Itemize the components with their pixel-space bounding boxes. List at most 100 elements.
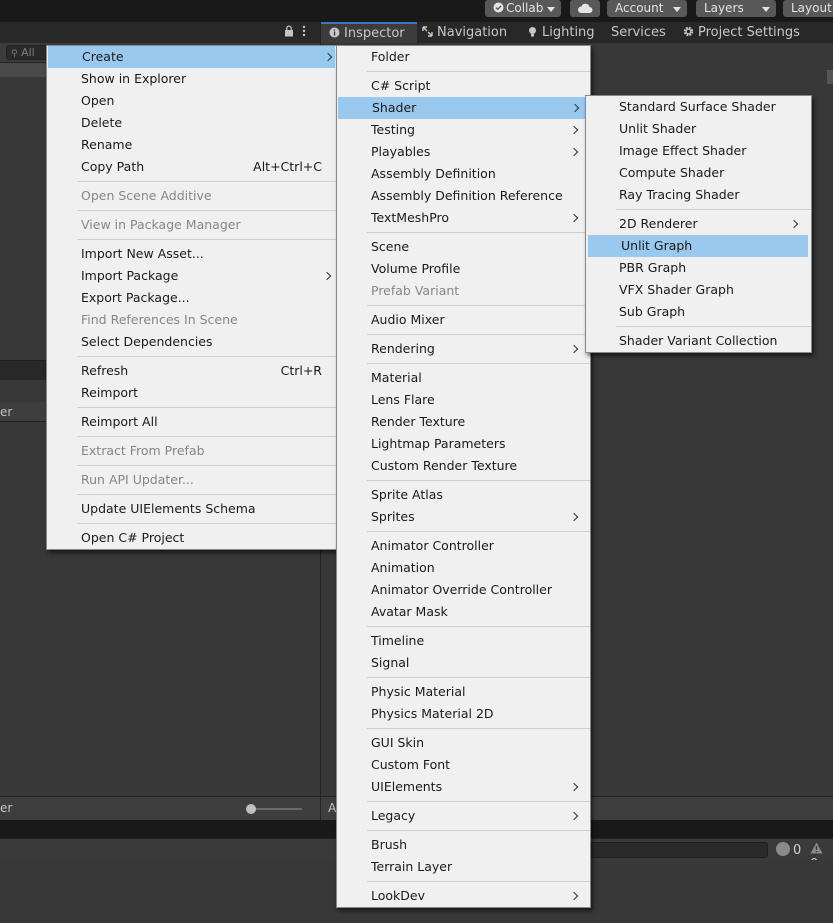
layout-button[interactable]: Layout (783, 0, 833, 17)
menu-item-shortcut: Alt+Ctrl+C (253, 159, 322, 174)
create-menu-item-custom-render-texture[interactable]: Custom Render Texture (337, 455, 590, 477)
menu-separator (337, 331, 590, 338)
inspector-footer-label: A (328, 801, 337, 815)
account-button[interactable]: Account (607, 0, 687, 17)
menu-separator (47, 404, 336, 411)
create-menu-item-lens-flare[interactable]: Lens Flare (337, 389, 590, 411)
chevron-right-icon (569, 512, 579, 522)
create-menu-item-sprites[interactable]: Sprites (337, 506, 590, 528)
more-options-icon[interactable] (302, 25, 306, 37)
info-icon (329, 27, 340, 38)
context-menu-item-import-package[interactable]: Import Package (47, 265, 336, 287)
create-menu-item-audio-mixer[interactable]: Audio Mixer (337, 309, 590, 331)
menu-separator (47, 236, 336, 243)
lock-icon[interactable] (284, 25, 294, 37)
context-menu-item-extract-from-prefab: Extract From Prefab (47, 440, 336, 462)
create-menu-item-physics-material-2d[interactable]: Physics Material 2D (337, 703, 590, 725)
collab-button[interactable]: Collab (485, 0, 561, 17)
create-menu-item-gui-skin[interactable]: GUI Skin (337, 732, 590, 754)
create-menu-item-timeline[interactable]: Timeline (337, 630, 590, 652)
create-menu-item-render-texture[interactable]: Render Texture (337, 411, 590, 433)
tab-project-settings-label: Project Settings (698, 25, 800, 40)
context-menu-item-copy-path[interactable]: Copy Path Alt+Ctrl+C (47, 156, 336, 178)
create-menu-item-c-script[interactable]: C# Script (337, 75, 590, 97)
create-menu-item-animation[interactable]: Animation (337, 557, 590, 579)
context-menu-item-reimport-all[interactable]: Reimport All (47, 411, 336, 433)
shader-menu-item-unlit-shader[interactable]: Unlit Shader (586, 118, 811, 140)
context-menu-item-rename[interactable]: Rename (47, 134, 336, 156)
create-menu-item-lightmap-parameters[interactable]: Lightmap Parameters (337, 433, 590, 455)
context-menu-item-delete[interactable]: Delete (47, 112, 336, 134)
chevron-right-icon (323, 52, 333, 62)
shader-menu-item-shader-variant-collection[interactable]: Shader Variant Collection (586, 330, 811, 352)
context-menu-item-show-in-explorer[interactable]: Show in Explorer (47, 68, 336, 90)
create-menu-item-custom-font[interactable]: Custom Font (337, 754, 590, 776)
cloud-button[interactable] (570, 0, 600, 17)
create-menu-item-brush[interactable]: Brush (337, 834, 590, 856)
chevron-down-icon (762, 7, 770, 12)
context-menu-item-open-c-project[interactable]: Open C# Project (47, 527, 336, 549)
menu-separator (337, 477, 590, 484)
menu-item-label: Terrain Layer (371, 859, 453, 874)
create-menu-item-scene[interactable]: Scene (337, 236, 590, 258)
context-menu-item-reimport[interactable]: Reimport (47, 382, 336, 404)
create-menu-item-material[interactable]: Material (337, 367, 590, 389)
create-menu-item-sprite-atlas[interactable]: Sprite Atlas (337, 484, 590, 506)
create-menu-item-textmeshpro[interactable]: TextMeshPro (337, 207, 590, 229)
zoom-slider-thumb[interactable] (246, 804, 256, 814)
create-menu-item-animator-controller[interactable]: Animator Controller (337, 535, 590, 557)
chevron-right-icon (569, 891, 579, 901)
context-menu-item-refresh[interactable]: Refresh Ctrl+R (47, 360, 336, 382)
create-menu-item-physic-material[interactable]: Physic Material (337, 681, 590, 703)
create-menu-item-signal[interactable]: Signal (337, 652, 590, 674)
shader-menu-item-pbr-graph[interactable]: PBR Graph (586, 257, 811, 279)
create-menu-item-assembly-definition[interactable]: Assembly Definition (337, 163, 590, 185)
create-menu-item-folder[interactable]: Folder (337, 46, 590, 68)
console-search-field[interactable] (590, 842, 768, 858)
create-menu-item-rendering[interactable]: Rendering (337, 338, 590, 360)
shader-menu-item-2d-renderer[interactable]: 2D Renderer (586, 213, 811, 235)
context-menu-item-import-new-asset[interactable]: Import New Asset... (47, 243, 336, 265)
context-menu-item-run-api-updater: Run API Updater... (47, 469, 336, 491)
create-menu-item-animator-override-controller[interactable]: Animator Override Controller (337, 579, 590, 601)
menu-item-label: Reimport All (81, 414, 158, 429)
zoom-slider-track[interactable] (250, 808, 302, 810)
create-menu-item-lookdev[interactable]: LookDev (337, 885, 590, 907)
context-menu-item-export-package[interactable]: Export Package... (47, 287, 336, 309)
create-menu-item-avatar-mask[interactable]: Avatar Mask (337, 601, 590, 623)
tab-inspector[interactable]: Inspector (321, 22, 417, 43)
shader-menu-item-sub-graph[interactable]: Sub Graph (586, 301, 811, 323)
shader-menu-item-standard-surface-shader[interactable]: Standard Surface Shader (586, 96, 811, 118)
tab-lighting[interactable]: Lighting (527, 22, 595, 43)
error-count-label: 0 (793, 843, 802, 858)
create-menu-item-volume-profile[interactable]: Volume Profile (337, 258, 590, 280)
create-menu-item-testing[interactable]: Testing (337, 119, 590, 141)
error-count[interactable]: 0 (776, 842, 801, 858)
chevron-down-icon (547, 7, 555, 12)
create-menu-item-assembly-definition-reference[interactable]: Assembly Definition Reference (337, 185, 590, 207)
tab-navigation-label: Navigation (437, 25, 508, 40)
context-menu-item-select-dependencies[interactable]: Select Dependencies (47, 331, 336, 353)
create-menu-item-playables[interactable]: Playables (337, 141, 590, 163)
context-menu-item-create[interactable]: Create (48, 46, 335, 68)
shader-menu-item-ray-tracing-shader[interactable]: Ray Tracing Shader (586, 184, 811, 206)
layers-button[interactable]: Layers (696, 0, 776, 17)
create-menu-item-shader[interactable]: Shader (338, 97, 589, 119)
layout-label: Layout (791, 1, 832, 15)
tab-project-settings[interactable]: Project Settings (683, 22, 800, 43)
menu-item-label: Custom Render Texture (371, 458, 518, 473)
context-menu-item-update-uielements-schema[interactable]: Update UIElements Schema (47, 498, 336, 520)
shader-menu-item-image-effect-shader[interactable]: Image Effect Shader (586, 140, 811, 162)
create-menu-item-uielements[interactable]: UIElements (337, 776, 590, 798)
shader-menu-item-compute-shader[interactable]: Compute Shader (586, 162, 811, 184)
inspector-scrollbar[interactable] (827, 70, 833, 84)
menu-separator (47, 353, 336, 360)
shader-menu-item-unlit-graph[interactable]: Unlit Graph (588, 235, 808, 257)
create-menu-item-legacy[interactable]: Legacy (337, 805, 590, 827)
tab-navigation[interactable]: Navigation (422, 22, 507, 43)
context-menu-item-open[interactable]: Open (47, 90, 336, 112)
create-menu-item-terrain-layer[interactable]: Terrain Layer (337, 856, 590, 878)
tab-services[interactable]: Services (611, 22, 666, 43)
menu-separator (337, 528, 590, 535)
shader-menu-item-vfx-shader-graph[interactable]: VFX Shader Graph (586, 279, 811, 301)
